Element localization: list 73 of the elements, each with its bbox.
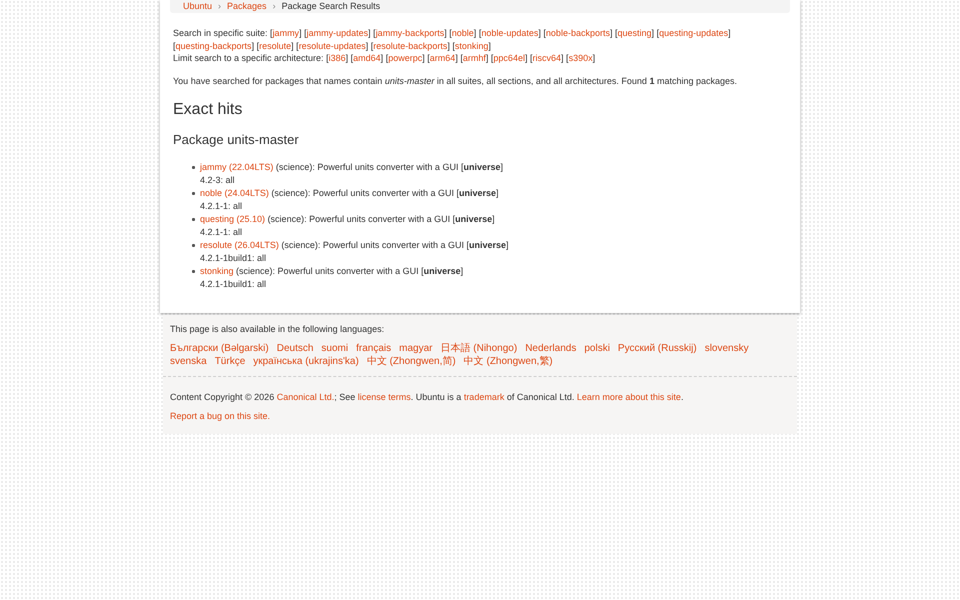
version-text: 4.2.1-1build1: all — [200, 278, 268, 290]
suite-link[interactable]: resolute-backports — [373, 40, 448, 50]
architecture-link[interactable]: i386 — [328, 53, 346, 63]
language-link[interactable]: українська (ukrajins'ka) — [253, 355, 359, 368]
suite-filter-text: Search in specific suite: [jammy] [jammy-updates] [jammy-backports] [noble] [noble-updates] [noble-backports] [questing] [questing-updates] [questing-backports] [resolute] [resolute-updates] [resolute-backports] [stonking] — [173, 27, 732, 52]
release-link[interactable]: jammy (22.04LTS) — [200, 162, 274, 172]
release-link[interactable]: questing (25.10) — [200, 214, 266, 224]
language-link[interactable]: 中文 (Zhongwen,繁) — [464, 355, 553, 368]
suite-link[interactable]: jammy-backports — [376, 28, 444, 38]
language-link[interactable]: Türkçe — [214, 355, 246, 368]
package-heading: Package units-master — [173, 132, 300, 148]
suite-link[interactable]: noble-updates — [481, 28, 538, 38]
footer-link[interactable]: trademark — [464, 392, 504, 402]
breadcrumb-link[interactable]: Ubuntu — [183, 0, 212, 13]
language-link[interactable]: magyar — [399, 342, 432, 355]
architecture-link[interactable]: armhf — [462, 53, 486, 63]
suite-link[interactable]: questing — [618, 28, 652, 38]
breadcrumb-link[interactable]: Packages — [227, 0, 267, 13]
language-link[interactable]: Русский (Russkij) — [618, 342, 697, 355]
version-text: 4.2-3: all — [200, 174, 236, 186]
architecture-filter-text: Limit search to a specific architecture: [i386] [amd64] [powerpc] [arm64] [armhf] [ppc64el] [riscv64] [s390x] — [173, 52, 596, 64]
suite-link[interactable]: stonking — [454, 40, 488, 50]
language-link[interactable]: français — [356, 342, 392, 355]
package-entry-text: noble (24.04LTS) (science): Powerful units converter with a GUI [universe] — [200, 186, 499, 200]
architecture-link[interactable]: amd64 — [353, 53, 381, 63]
architecture-link[interactable]: arm64 — [430, 53, 456, 63]
suite-link[interactable]: resolute — [259, 40, 292, 50]
footer-link[interactable]: Learn more about this site — [576, 392, 681, 402]
search-summary-text: You have searched for packages that names contain units-master in all suites, all sections, and all architectures. Found 1 matching packages. — [173, 74, 738, 87]
bullet-icon — [192, 166, 195, 168]
language-link[interactable]: Nederlands — [525, 342, 576, 355]
suite-link[interactable]: questing-updates — [659, 28, 728, 38]
language-link[interactable]: suomi — [321, 342, 348, 355]
suite-link[interactable]: jammy — [272, 28, 300, 38]
version-text: 4.2.1-1build1: all — [200, 252, 268, 264]
release-link[interactable]: stonking — [200, 266, 234, 276]
language-link[interactable]: 日本語 (Nihongo) — [440, 342, 518, 355]
language-link[interactable]: slovensky — [704, 342, 749, 355]
package-entry-text: questing (25.10) (science): Powerful units converter with a GUI [universe] — [200, 212, 495, 226]
architecture-link[interactable]: powerpc — [388, 53, 422, 63]
architecture-link[interactable]: riscv64 — [532, 53, 562, 63]
language-link[interactable]: 中文 (Zhongwen,简) — [366, 355, 456, 368]
copyright-text: Content Copyright © 2026 Canonical Ltd.; See license terms. Ubuntu is a trademark of Canonical Ltd. Learn more about this site. — [170, 391, 684, 404]
package-entry-text: stonking (science): Powerful units converter with a GUI [universe] — [200, 264, 464, 278]
suite-link[interactable]: jammy-updates — [306, 28, 368, 38]
report-bug-link[interactable]: Report a bug on this site. — [170, 411, 270, 421]
language-link[interactable]: Български (Bəlgarski) — [170, 342, 269, 355]
language-link[interactable]: Deutsch — [276, 342, 314, 355]
language-link[interactable]: polski — [584, 342, 610, 355]
version-text: 4.2.1-1: all — [200, 226, 244, 238]
architecture-link[interactable]: s390x — [568, 53, 593, 63]
breadcrumb-separator: › — [218, 0, 222, 13]
bullet-icon — [192, 270, 195, 272]
suite-link[interactable]: noble — [452, 28, 474, 38]
suite-link[interactable]: noble-backports — [546, 28, 610, 38]
version-text: 4.2.1-1: all — [200, 200, 244, 212]
breadcrumb-current: Package Search Results — [282, 0, 380, 13]
release-link[interactable]: noble (24.04LTS) — [200, 188, 269, 198]
suite-link[interactable]: questing-backports — [176, 40, 252, 50]
footer-link[interactable]: Canonical Ltd. — [276, 392, 334, 402]
architecture-link[interactable]: ppc64el — [493, 53, 525, 63]
breadcrumb-separator: › — [272, 0, 276, 13]
results-heading: Exact hits — [173, 100, 244, 120]
footer-link[interactable]: license terms — [358, 392, 411, 402]
release-link[interactable]: resolute (26.04LTS) — [200, 240, 279, 250]
bullet-icon — [192, 192, 195, 194]
suite-link[interactable]: resolute-updates — [298, 40, 366, 50]
language-link[interactable]: svenska — [170, 355, 207, 368]
languages-label: This page is also available in the following languages: — [170, 322, 386, 335]
bullet-icon — [192, 218, 195, 220]
bullet-icon — [192, 244, 195, 246]
package-entry-text: resolute (26.04LTS) (science): Powerful units converter with a GUI [universe] — [200, 238, 509, 252]
package-entry-text: jammy (22.04LTS) (science): Powerful units converter with a GUI [universe] — [200, 160, 503, 174]
